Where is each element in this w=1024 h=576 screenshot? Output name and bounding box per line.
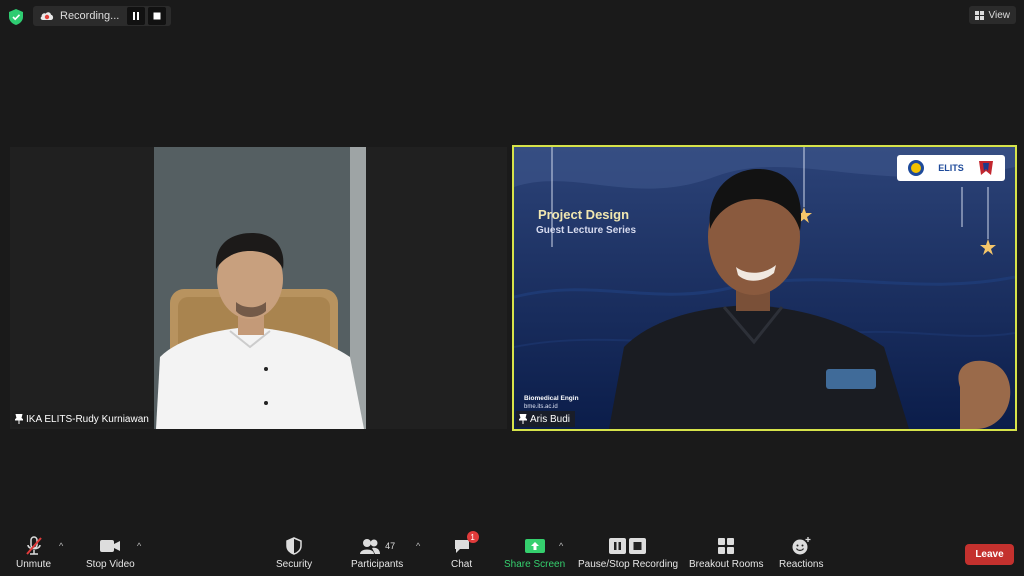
its-logo-icon [908, 160, 925, 176]
view-label: View [988, 9, 1011, 21]
reactions-emoji-icon [792, 537, 811, 555]
view-button[interactable]: View [968, 6, 1016, 24]
microphone-muted-icon [25, 536, 42, 555]
share-screen-button[interactable]: Share Screen [504, 536, 565, 570]
shield-icon[interactable] [9, 9, 23, 25]
pause-stop-recording-icon [609, 538, 647, 554]
participants-icon [360, 539, 381, 554]
slide-footer-url: bme.its.ac.id [524, 404, 558, 410]
slide-subtitle: Guest Lecture Series [536, 225, 637, 236]
security-button[interactable]: Security [276, 536, 312, 570]
chat-unread-badge: 1 [466, 531, 479, 543]
unmute-button[interactable]: Unmute [16, 536, 51, 570]
participant-name-label: IKA ELITS-Rudy Kurniawan [12, 411, 154, 427]
participants-button[interactable]: 47 Participants [351, 536, 403, 570]
pause-recording-button[interactable] [127, 7, 145, 25]
pause-icon [133, 12, 139, 20]
slide-footer-department: Biomedical Engin [524, 395, 579, 402]
pause-stop-recording-button[interactable]: Pause/Stop Recording [578, 536, 678, 570]
participant-video [154, 147, 366, 429]
virtual-background [514, 147, 1015, 429]
share-options-caret[interactable]: ^ [559, 541, 563, 551]
department-logo-icon [978, 161, 993, 175]
recording-label: Recording... [60, 10, 120, 22]
recording-indicator: Recording... [33, 6, 171, 26]
slide-title: Project Design [538, 207, 630, 222]
participants-count: 47 [385, 541, 396, 551]
cloud-record-icon [40, 12, 54, 20]
video-camera-icon [100, 540, 121, 552]
elits-logo: ELITS [938, 163, 964, 173]
security-shield-icon [286, 537, 302, 555]
participant-name-label: Aris Budi [516, 411, 576, 427]
share-screen-icon [524, 539, 545, 553]
pin-icon [15, 414, 23, 424]
video-options-caret[interactable]: ^ [137, 541, 141, 551]
pin-icon [519, 414, 527, 424]
audio-options-caret[interactable]: ^ [59, 541, 63, 551]
institution-logos: ELITS [897, 155, 1005, 181]
breakout-rooms-icon [718, 538, 735, 554]
breakout-rooms-button[interactable]: Breakout Rooms [689, 536, 763, 570]
reactions-button[interactable]: Reactions [779, 536, 823, 570]
participants-options-caret[interactable]: ^ [416, 541, 420, 551]
grid-view-icon [974, 10, 984, 20]
stop-recording-button[interactable] [148, 7, 166, 25]
video-tile-rudy[interactable]: IKA ELITS-Rudy Kurniawan [10, 147, 507, 429]
leave-button[interactable]: Leave [965, 544, 1014, 565]
video-tile-aris-budi[interactable]: ELITS Project Design Guest Lecture Serie… [512, 145, 1017, 431]
stop-icon [153, 12, 161, 20]
stop-video-button[interactable]: Stop Video [86, 536, 135, 570]
chat-button[interactable]: 1 Chat [451, 531, 479, 570]
